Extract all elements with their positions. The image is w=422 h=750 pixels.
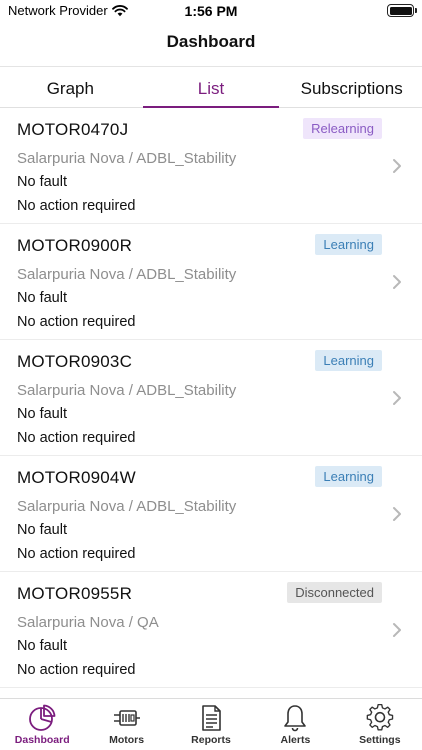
status-badge: Learning [315,466,382,487]
motor-fault: No fault [17,406,67,422]
motor-name: MOTOR0900R [17,236,133,255]
motor-location: Salarpuria Nova / ADBL_Stability [17,498,237,515]
document-icon [202,705,221,731]
tabbar-label: Alerts [280,734,311,746]
list-item[interactable]: MOTOR0900R Learning Salarpuria Nova / AD… [0,224,422,340]
chevron-right-icon [393,623,401,637]
motor-name: MOTOR0955R [17,584,133,603]
tabbar-label: Reports [191,734,231,746]
list-item[interactable]: MOTOR0955R Disconnected Salarpuria Nova … [0,572,422,688]
motor-list: MOTOR0470J Relearning Salarpuria Nova / … [0,108,422,698]
motor-fault: No fault [17,174,67,190]
tabbar-motors[interactable]: Motors [84,699,168,750]
tabbar-label: Settings [359,734,401,746]
bottom-tab-bar: Dashboard Motors Reports Alerts Settings [0,698,422,750]
tab-subscriptions[interactable]: Subscriptions [281,67,422,107]
motor-action: No action required [17,314,136,330]
tab-list[interactable]: List [141,67,282,108]
bell-icon [284,705,307,732]
tab-graph[interactable]: Graph [0,67,141,107]
chevron-right-icon [393,275,401,289]
chevron-right-icon [393,507,401,521]
motor-action: No action required [17,430,136,446]
segment-tabs: Graph List Subscriptions [0,66,422,108]
battery-icon [387,4,417,17]
tabbar-settings[interactable]: Settings [338,699,422,750]
tabbar-label: Motors [109,734,145,746]
motor-action: No action required [17,662,136,678]
motor-location: Salarpuria Nova / QA [17,614,159,631]
list-item[interactable]: MOTOR0903C Learning Salarpuria Nova / AD… [0,340,422,456]
status-bar: Network Provider 1:56 PM [0,0,422,24]
status-badge: Disconnected [287,582,382,603]
motor-location: Salarpuria Nova / ADBL_Stability [17,266,237,283]
gear-icon [366,703,394,731]
motor-fault: No fault [17,522,67,538]
motor-name: MOTOR0903C [17,352,133,371]
motor-location: Salarpuria Nova / ADBL_Stability [17,382,237,399]
motor-action: No action required [17,546,136,562]
page-title: Dashboard [166,32,256,51]
motor-name: MOTOR0470J [17,120,129,139]
motor-location: Salarpuria Nova / ADBL_Stability [17,150,237,167]
pie-chart-icon [29,704,56,731]
tabbar-reports[interactable]: Reports [169,699,253,750]
list-item[interactable]: MOTOR0904W Learning Salarpuria Nova / AD… [0,456,422,572]
motor-fault: No fault [17,638,67,654]
status-badge: Relearning [303,118,382,139]
status-time: 1:56 PM [184,3,238,19]
tabbar-label: Dashboard [14,734,70,746]
chevron-right-icon [393,159,401,173]
chevron-right-icon [393,391,401,405]
motor-action: No action required [17,198,136,214]
motor-name: MOTOR0904W [17,468,136,487]
status-badge: Learning [315,234,382,255]
tabbar-dashboard[interactable]: Dashboard [0,699,84,750]
status-badge: Learning [315,350,382,371]
tabbar-alerts[interactable]: Alerts [253,699,337,750]
list-item[interactable]: MOTOR0470J Relearning Salarpuria Nova / … [0,108,422,224]
motor-fault: No fault [17,290,67,306]
motor-icon [113,710,140,726]
